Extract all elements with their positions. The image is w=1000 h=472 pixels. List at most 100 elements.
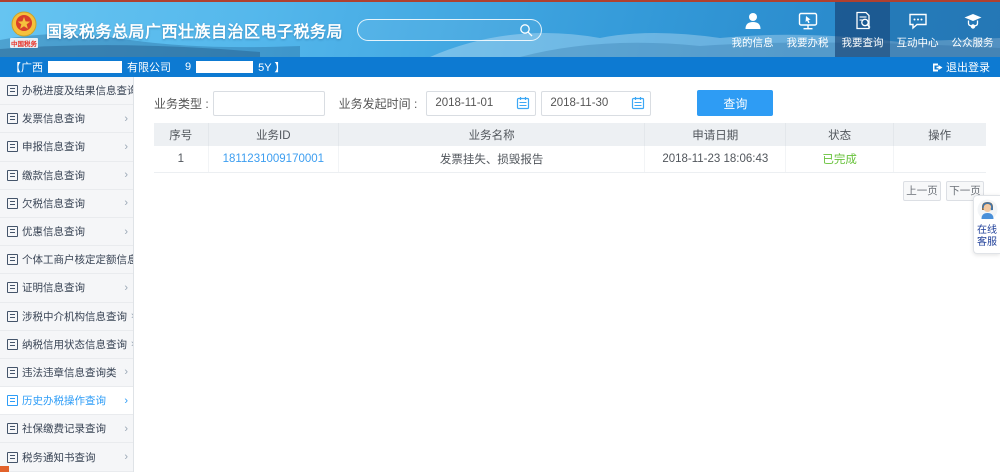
sidebar-item-payment-info-query[interactable]: 缴款信息查询 › [0, 162, 133, 190]
sidebar-item-tax-notice-query[interactable]: 税务通知书查询 › [0, 443, 133, 472]
doc-icon [7, 451, 18, 463]
doc-icon [7, 366, 18, 378]
sidebar-item-preferential-info-query[interactable]: 优惠信息查询 › [0, 218, 133, 247]
header-search-input[interactable] [366, 23, 520, 36]
col-business-id: 业务ID [207, 123, 339, 146]
nav-public-services[interactable]: 公众服务 [945, 2, 1000, 57]
doc-icon [7, 197, 18, 209]
nav-label: 我的信息 [731, 36, 774, 49]
taxid-suffix: 5Y 】 [258, 62, 286, 74]
doc-icon [7, 282, 18, 294]
tax-emblem-logo: 中国税务 [10, 11, 38, 48]
doc-icon [7, 310, 18, 322]
monitor-cursor-icon [798, 12, 817, 29]
business-type-label: 业务类型 : [154, 96, 209, 111]
chevron-right-icon: › [124, 394, 128, 407]
logo-caption: 中国税务 [10, 38, 38, 48]
nav-interaction-center[interactable]: 互动中心 [890, 2, 945, 57]
filter-row: 业务类型 : 业务发起时间 : 2018-11-01 2018-11-30 查询 [154, 90, 994, 116]
chat-bubble-icon [908, 13, 927, 30]
doc-icon [7, 338, 18, 350]
start-time-label: 业务发起时间 : [338, 96, 418, 111]
doc-icon [7, 113, 18, 125]
sidebar-item-individual-quota-query[interactable]: 个体工商户核定定额信息查询› [0, 246, 133, 275]
nav-label: 我要办税 [786, 36, 829, 49]
national-emblem-icon [11, 11, 37, 37]
online-service-widget[interactable]: 在线 客服 [973, 195, 1000, 254]
col-apply-date: 申请日期 [644, 123, 786, 146]
doc-icon [7, 226, 18, 238]
account-bar: 【广西 有限公司 9 5Y 】 退出登录 [0, 57, 1000, 77]
sidebar-item-credit-status-query[interactable]: 纳税信用状态信息查询› [0, 331, 133, 359]
table-row: 1 1811231009170001 发票挂失、损毁报告 2018-11-23 … [154, 146, 986, 173]
status-badge: 已完成 [822, 153, 857, 166]
sidebar-item-tax-arrears-query[interactable]: 欠税信息查询 › [0, 190, 133, 218]
header-search[interactable] [357, 18, 543, 41]
prev-page-button[interactable]: 上一页 [903, 180, 941, 201]
sidebar-item-history-operation-query[interactable]: 历史办税操作查询 › [0, 387, 133, 416]
company-name-prefix: 【广西 [10, 62, 43, 74]
pagination: 上一页 下一页 [154, 180, 994, 201]
doc-icon [7, 254, 18, 266]
chevron-right-icon: › [124, 140, 128, 153]
content: 办税进度及结果信息查询› 发票信息查询› 申报信息查询› 缴款信息查询› 欠税信… [0, 77, 1000, 472]
cell-seq: 1 [154, 146, 209, 173]
logout-button[interactable]: 退出登录 [932, 59, 990, 75]
doc-icon [7, 395, 18, 407]
nav-tax-handling[interactable]: 我要办税 [780, 2, 835, 57]
business-id-link[interactable]: 1811231009170001 [223, 153, 324, 165]
chevron-right-icon: › [124, 225, 128, 238]
taxpayer-identity: 【广西 有限公司 9 5Y 】 [10, 59, 285, 75]
nav-label: 我要查询 [841, 36, 884, 49]
business-type-input[interactable] [212, 90, 325, 116]
person-icon [7, 423, 18, 435]
doc-icon [7, 141, 18, 153]
service-label-line2: 客服 [977, 237, 997, 248]
col-status: 状态 [785, 123, 894, 146]
sidebar-item-tax-progress-query[interactable]: 办税进度及结果信息查询› [0, 77, 133, 106]
nav-my-info[interactable]: 我的信息 [725, 2, 780, 57]
col-action: 操作 [892, 123, 986, 146]
sidebar-item-social-security-query[interactable]: 社保缴费记录查询 › [0, 415, 133, 444]
table-header-row: 序号 业务ID 业务名称 申请日期 状态 操作 [154, 123, 986, 146]
cell-apply-date: 2018-11-23 18:06:43 [644, 146, 786, 173]
sidebar-item-tax-agency-query[interactable]: 涉税中介机构信息查询› [0, 303, 133, 331]
company-name-suffix: 有限公司 [127, 62, 171, 74]
sidebar: 办税进度及结果信息查询› 发票信息查询› 申报信息查询› 缴款信息查询› 欠税信… [0, 77, 134, 472]
nav-label: 互动中心 [896, 36, 939, 49]
sidebar-item-declaration-info-query[interactable]: 申报信息查询 › [0, 133, 133, 162]
chevron-right-icon: › [124, 366, 128, 379]
nav-query[interactable]: 我要查询 [835, 2, 890, 57]
chevron-right-icon: › [124, 112, 128, 125]
cell-business-name: 发票挂失、损毁报告 [338, 146, 645, 173]
date-to-input[interactable]: 2018-11-30 [541, 90, 652, 116]
sidebar-item-invoice-info-query[interactable]: 发票信息查询 › [0, 105, 133, 134]
document-search-icon [855, 11, 870, 29]
chevron-right-icon: › [124, 451, 128, 464]
doc-icon [7, 85, 18, 97]
chevron-right-icon: › [124, 281, 128, 294]
col-seq: 序号 [154, 123, 209, 146]
calendar-icon[interactable] [516, 96, 530, 110]
screenshot-corner-artifact [0, 466, 9, 472]
agent-avatar [977, 199, 997, 220]
logout-icon [933, 63, 943, 71]
sidebar-item-violation-info-query[interactable]: 违法违章信息查询类 › [0, 359, 133, 388]
header: 中国税务 国家税务总局广西壮族自治区电子税务局 我的信息 我要办税 我要查询 互… [0, 2, 1000, 57]
page-title: 国家税务总局广西壮族自治区电子税务局 [46, 23, 344, 41]
taxid-redaction [196, 61, 254, 73]
company-name-redaction [48, 61, 122, 73]
sidebar-item-certificate-info-query[interactable]: 证明信息查询 › [0, 274, 133, 303]
logout-label: 退出登录 [946, 62, 990, 74]
cell-action [892, 146, 986, 173]
results-table: 序号 业务ID 业务名称 申请日期 状态 操作 1 18112310091700… [154, 123, 986, 173]
date-from-input[interactable]: 2018-11-01 [426, 90, 537, 116]
calendar-icon[interactable] [631, 96, 645, 110]
search-icon[interactable] [519, 23, 533, 37]
query-button[interactable]: 查询 [697, 90, 774, 116]
user-icon [745, 12, 760, 29]
chevron-right-icon: › [124, 169, 128, 182]
nav-label: 公众服务 [951, 36, 994, 49]
doc-icon [7, 169, 18, 181]
header-nav: 我的信息 我要办税 我要查询 互动中心 公众服务 [725, 2, 1000, 57]
